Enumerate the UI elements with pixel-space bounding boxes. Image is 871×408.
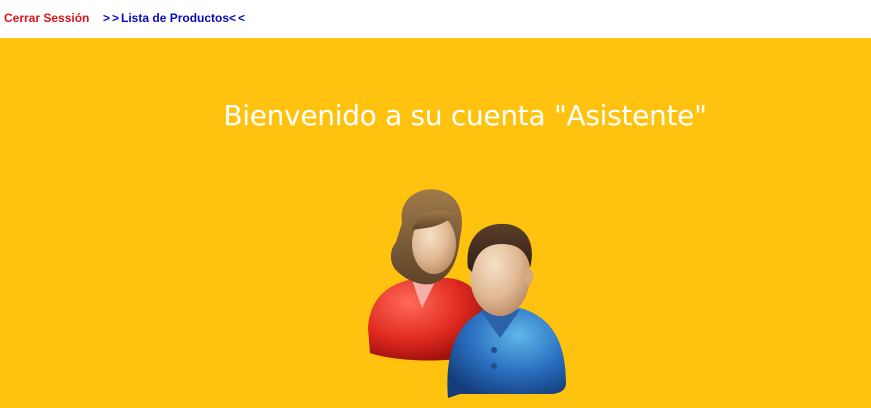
top-navigation: Cerrar Sessión >>Lista de Productos<< xyxy=(0,0,871,38)
welcome-heading: Bienvenido a su cuenta "Asistente" xyxy=(223,99,707,132)
welcome-banner: Bienvenido a su cuenta "Asistente" xyxy=(0,38,871,408)
product-list-link[interactable]: >>Lista de Productos<< xyxy=(103,11,247,25)
logout-link[interactable]: Cerrar Sessión xyxy=(4,11,89,25)
link-suffix: << xyxy=(229,11,248,25)
link-prefix: >> xyxy=(103,11,122,25)
product-list-label: Lista de Productos xyxy=(121,11,230,25)
users-icon xyxy=(368,189,566,398)
